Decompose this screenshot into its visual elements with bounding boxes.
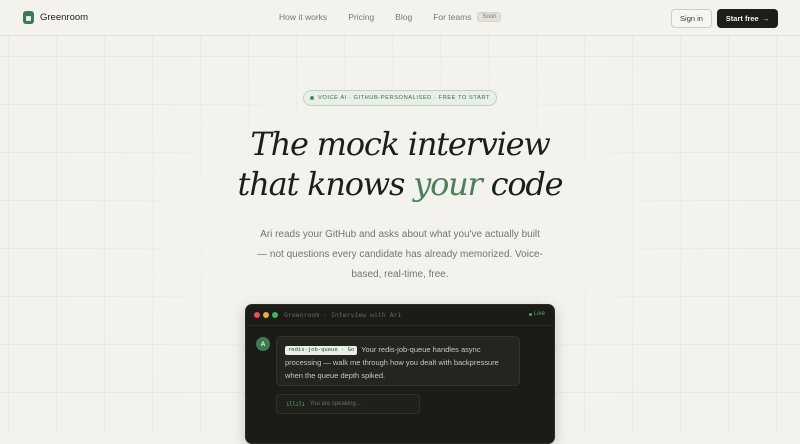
nav-links: How it works Pricing Blog For teams Soon <box>279 11 502 22</box>
nav-link-for-teams[interactable]: For teams <box>433 12 471 22</box>
brand-logo[interactable]: Greenroom <box>23 11 88 24</box>
live-label: Live <box>533 311 545 317</box>
logo-icon <box>23 11 34 24</box>
nav-link-how-it-works[interactable]: How it works <box>279 12 327 22</box>
sign-in-label: Sign in <box>680 14 703 23</box>
minimize-dot-icon <box>263 312 269 318</box>
headline-line-2-start: that knows <box>237 165 414 203</box>
repo-tag: redis-job-queue · Go <box>285 346 358 355</box>
sign-in-button[interactable]: Sign in <box>671 9 712 28</box>
headline-line-1: The mock interview <box>250 125 550 163</box>
waveform-icon: ıllılı <box>286 400 305 408</box>
interview-preview-window: Greenroom · Interview with Ari Live A re… <box>245 304 555 444</box>
top-navigation: Greenroom How it works Pricing Blog For … <box>0 0 800 36</box>
window-title: Greenroom · Interview with Ari <box>284 311 402 319</box>
window-title-bar: Greenroom · Interview with Ari Live <box>246 305 554 326</box>
pill-dot-icon <box>309 96 314 100</box>
brand-name: Greenroom <box>40 12 89 23</box>
nav-link-blog[interactable]: Blog <box>395 12 412 22</box>
start-free-button[interactable]: Start free → <box>717 9 778 28</box>
arrow-right-icon: → <box>761 14 770 23</box>
soon-badge: Soon <box>477 11 502 22</box>
maximize-dot-icon <box>272 312 278 318</box>
speaking-indicator: ıllılı You are speaking... <box>276 394 420 414</box>
interviewer-message: redis-job-queue · Go Your redis-job-queu… <box>276 336 520 386</box>
pill-text: VOICE AI · GITHUB-PERSONALISED · FREE TO… <box>317 95 491 101</box>
avatar: A <box>256 337 270 351</box>
live-dot-icon <box>528 312 532 316</box>
hero-subtext: Ari reads your GitHub and asks about wha… <box>257 229 543 280</box>
feature-pill: VOICE AI · GITHUB-PERSONALISED · FREE TO… <box>303 90 497 106</box>
close-dot-icon <box>254 312 260 318</box>
start-free-label: Start free <box>725 14 759 23</box>
live-indicator: Live <box>528 311 545 317</box>
nav-link-pricing[interactable]: Pricing <box>348 12 374 22</box>
headline-line-2-end: code <box>481 165 564 203</box>
speaking-status: You are speaking... <box>309 401 361 407</box>
hero-headline: The mock interview that knows your code <box>0 124 800 204</box>
headline-accent-word: your <box>413 165 483 203</box>
